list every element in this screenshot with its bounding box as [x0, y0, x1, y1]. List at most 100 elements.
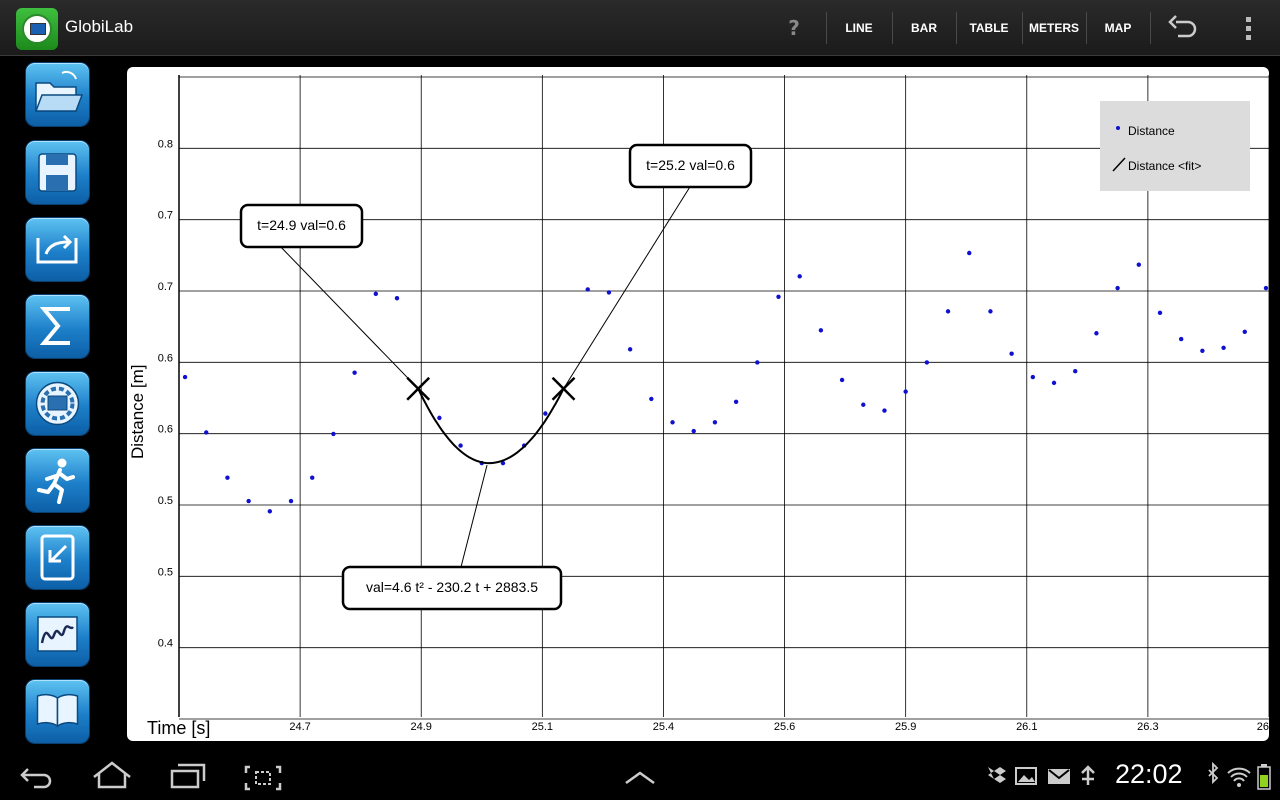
tablet-import-icon	[40, 534, 75, 581]
legend-label-distance: Distance	[1128, 124, 1175, 138]
data-point	[712, 420, 718, 425]
x-axis-title: Time [s]	[147, 718, 210, 738]
data-point	[585, 287, 590, 292]
data-point	[225, 475, 230, 480]
open-folder-button[interactable]	[26, 63, 89, 126]
undo-icon	[1168, 15, 1197, 38]
back-icon[interactable]	[20, 768, 52, 789]
app-logo-icon[interactable]	[16, 8, 58, 50]
data-point	[1115, 285, 1120, 291]
line-view-button[interactable]: LINE	[830, 0, 888, 56]
data-point	[691, 428, 696, 434]
share-export-icon	[36, 234, 78, 264]
data-point	[627, 347, 633, 352]
gmail-icon	[1048, 769, 1070, 784]
data-point	[1263, 285, 1269, 291]
usb-debug-icon	[1081, 765, 1095, 785]
data-point	[903, 389, 908, 394]
screenshot-icon[interactable]	[244, 765, 282, 791]
import-button[interactable]	[26, 526, 89, 589]
fit-endpoint-marker	[406, 376, 431, 401]
sidebar	[0, 56, 120, 753]
data-point	[670, 420, 675, 425]
graph-icon	[37, 616, 78, 652]
toolbar-divider	[826, 12, 827, 44]
y-tick-label: 0.8	[158, 138, 173, 150]
fit-curve	[417, 388, 565, 465]
distance-time-chart[interactable]: 24.7 24.9 25.1 25.4 25.6 25.9 26.1 26.3 26 0.8 0.7…	[127, 67, 1269, 741]
dropbox-icon	[988, 767, 1006, 783]
data-point	[776, 294, 781, 299]
data-point	[924, 360, 930, 365]
running-activity-button[interactable]	[26, 449, 89, 512]
data-point	[267, 509, 273, 514]
legend-label-fit: Distance <fit>	[1128, 159, 1201, 173]
x-tick-label: 25.9	[895, 721, 916, 733]
undo-button[interactable]	[1160, 12, 1208, 44]
home-icon[interactable]	[93, 761, 131, 789]
data-point	[1242, 329, 1247, 334]
help-book-button[interactable]	[26, 680, 89, 743]
data-point	[246, 498, 251, 504]
legend-dot-marker	[1116, 126, 1120, 130]
x-tick-label: 26	[1257, 721, 1269, 733]
app-title: GlobiLab	[65, 17, 134, 36]
x-tick-label: 25.6	[774, 721, 795, 733]
toolbar-divider	[1086, 12, 1087, 44]
battery-icon	[1257, 764, 1271, 790]
data-point	[1051, 380, 1057, 386]
y-tick-label: 0.4	[158, 638, 173, 650]
data-point	[310, 475, 315, 480]
data-point	[839, 377, 845, 383]
recent-apps-icon[interactable]	[170, 763, 206, 789]
runner-icon	[37, 458, 75, 504]
data-point	[1094, 331, 1099, 336]
chevron-up-icon[interactable]	[625, 771, 655, 785]
book-icon	[36, 693, 79, 728]
x-tick-label: 25.1	[532, 721, 553, 733]
callout-leader-line	[280, 246, 419, 390]
data-point	[1200, 348, 1205, 353]
equation-leader-line	[460, 464, 488, 568]
system-nav-bar: 22:02	[0, 753, 1280, 800]
callout-label: t=25.2 val=0.6	[646, 157, 735, 173]
gallery-icon	[1015, 767, 1037, 785]
device-button[interactable]	[26, 372, 89, 435]
meters-view-button[interactable]: METERS	[1024, 0, 1084, 56]
fit-equation-label: val=4.6 t² - 230.2 t + 2883.5	[366, 579, 538, 595]
graph-analysis-button[interactable]	[26, 603, 89, 666]
data-point	[945, 309, 951, 314]
legend-background	[1100, 101, 1250, 191]
y-tick-label: 0.7	[158, 281, 173, 293]
map-view-button[interactable]: MAP	[1090, 0, 1146, 56]
overflow-menu-icon[interactable]	[1236, 12, 1260, 44]
data-point	[1178, 336, 1184, 342]
toolbar-divider	[1022, 12, 1023, 44]
statistics-button[interactable]	[26, 295, 89, 358]
chart-panel[interactable]: 24.7 24.9 25.1 25.4 25.6 25.9 26.1 26.3 26 0.8 0.7…	[127, 67, 1269, 741]
callout-leader-line	[563, 186, 691, 389]
save-button[interactable]	[26, 141, 89, 204]
export-button[interactable]	[26, 218, 89, 281]
fit-endpoint-marker	[551, 376, 576, 401]
data-point	[606, 290, 612, 295]
chart-legend: Distance Distance <fit>	[1100, 101, 1250, 191]
data-point	[818, 328, 824, 333]
data-point	[1221, 345, 1226, 351]
data-point	[861, 402, 866, 407]
y-tick-label: 0.6	[158, 352, 173, 364]
x-tick-label: 24.9	[411, 721, 432, 733]
data-point	[1009, 351, 1014, 356]
status-clock: 22:02	[1115, 759, 1183, 789]
folder-open-icon	[34, 70, 84, 112]
data-point	[352, 370, 357, 375]
data-point	[1030, 374, 1036, 380]
globisens-device-icon	[35, 381, 80, 426]
table-view-button[interactable]: TABLE	[960, 0, 1018, 56]
data-point	[458, 443, 463, 448]
bar-view-button[interactable]: BAR	[896, 0, 952, 56]
data-point	[204, 430, 209, 435]
y-tick-label: 0.5	[158, 495, 173, 507]
sigma-icon	[39, 307, 70, 345]
help-button[interactable]: ?	[776, 14, 812, 42]
